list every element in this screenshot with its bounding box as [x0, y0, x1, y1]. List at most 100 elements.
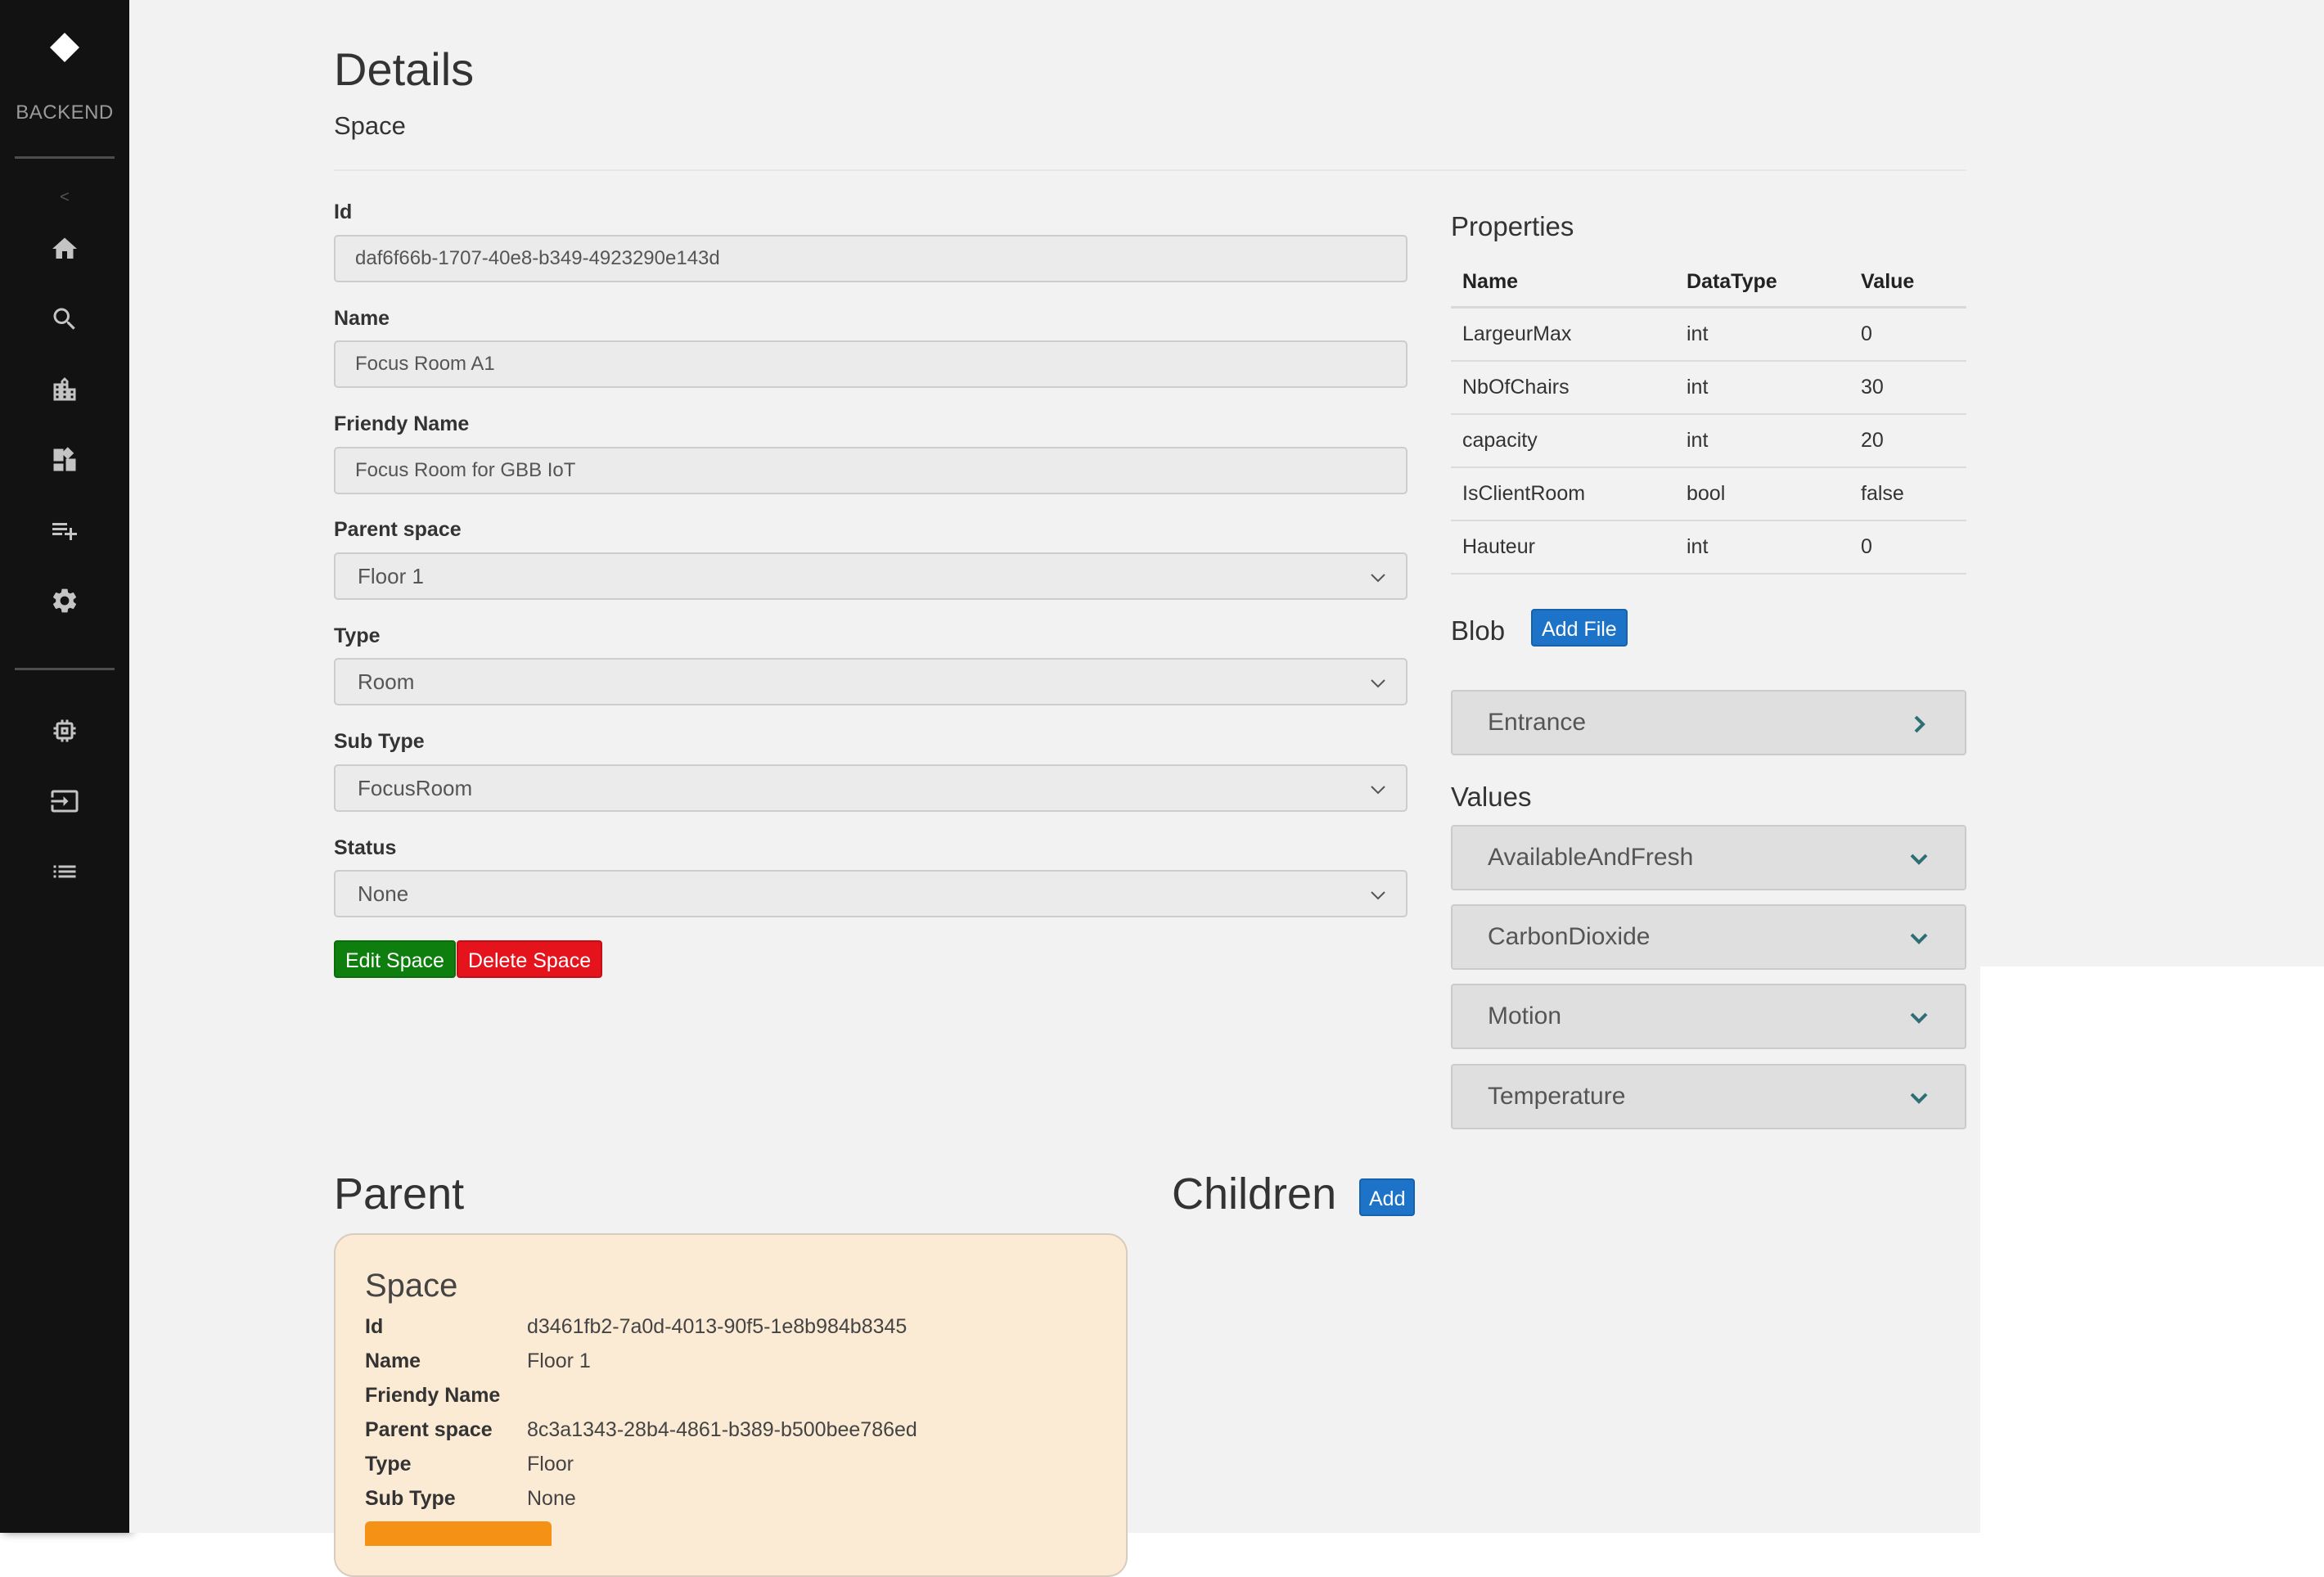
property-value: 30: [1849, 361, 1966, 415]
chevron-down-icon: [1910, 854, 1928, 865]
sidebar-divider: [15, 668, 115, 670]
id-field[interactable]: daf6f66b-1707-40e8-b349-4923290e143d: [334, 235, 1407, 282]
type-value: Room: [358, 669, 415, 694]
friendly-name-label: Friendy Name: [334, 412, 470, 435]
parent-type-value: Floor: [527, 1453, 574, 1476]
chevron-down-icon: [1371, 891, 1385, 900]
chip-icon[interactable]: [48, 714, 81, 747]
property-datatype: int: [1675, 414, 1849, 468]
property-datatype: int: [1675, 520, 1849, 574]
chevron-down-icon: [1371, 679, 1385, 688]
parent-name-value: Floor 1: [527, 1349, 591, 1372]
property-name: LargeurMax: [1451, 307, 1675, 362]
parent-action-button[interactable]: [365, 1521, 552, 1546]
value-item-carbondioxide[interactable]: CarbonDioxide: [1451, 904, 1966, 970]
parent-space-select[interactable]: Floor 1: [334, 552, 1407, 600]
children-title: Children: [1172, 1169, 1337, 1219]
parent-sub-type-value: None: [527, 1487, 576, 1510]
collapse-toggle[interactable]: <: [0, 188, 129, 207]
search-icon[interactable]: [48, 303, 81, 336]
property-name: Hauteur: [1451, 520, 1675, 574]
property-name: NbOfChairs: [1451, 361, 1675, 415]
column-header-datatype: DataType: [1675, 257, 1849, 309]
type-select[interactable]: Room: [334, 658, 1407, 705]
parent-friendly-name-label: Friendy Name: [365, 1384, 501, 1407]
sub-type-label: Sub Type: [334, 730, 425, 753]
add-child-button[interactable]: Add: [1359, 1178, 1416, 1216]
table-row: Hauteur int 0: [1451, 520, 1966, 574]
properties-table: Name DataType Value LargeurMax int 0 NbO…: [1451, 257, 1966, 574]
sub-type-value: FocusRoom: [358, 776, 473, 800]
playlist-add-icon[interactable]: [48, 514, 81, 547]
id-label: Id: [334, 201, 353, 223]
home-icon[interactable]: [48, 232, 81, 265]
friendly-name-field[interactable]: Focus Room for GBB IoT: [334, 447, 1407, 494]
property-value: 0: [1849, 307, 1966, 362]
status-label: Status: [334, 836, 397, 859]
chevron-down-icon: [1371, 574, 1385, 583]
type-label: Type: [334, 624, 381, 647]
property-name: capacity: [1451, 414, 1675, 468]
diamond-logo-icon[interactable]: [50, 33, 79, 62]
delete-space-button[interactable]: Delete Space: [457, 940, 603, 978]
status-select[interactable]: None: [334, 870, 1407, 917]
properties-header-row: Name DataType Value: [1451, 257, 1966, 309]
blob-item-label: Entrance: [1488, 709, 1587, 736]
blob-item-entrance[interactable]: Entrance: [1451, 690, 1966, 755]
chevron-down-icon: [1910, 1012, 1928, 1024]
sidebar: BACKEND <: [0, 0, 129, 1533]
property-value: 0: [1849, 520, 1966, 574]
parent-sub-type-label: Sub Type: [365, 1487, 456, 1510]
value-item-availableandfresh[interactable]: AvailableAndFresh: [1451, 825, 1966, 890]
dashboard-icon[interactable]: [48, 444, 81, 476]
parent-space-card[interactable]: Space Id d3461fb2-7a0d-4013-90f5-1e8b984…: [334, 1233, 1128, 1577]
value-item-temperature[interactable]: Temperature: [1451, 1064, 1966, 1129]
edit-space-button[interactable]: Edit Space: [334, 940, 456, 978]
property-value: 20: [1849, 414, 1966, 468]
property-datatype: int: [1675, 307, 1849, 362]
add-file-button[interactable]: Add File: [1531, 609, 1628, 647]
parent-space-label: Parent space: [334, 518, 462, 541]
property-datatype: int: [1675, 361, 1849, 415]
table-row: IsClientRoom bool false: [1451, 467, 1966, 521]
name-label: Name: [334, 307, 390, 330]
properties-title: Properties: [1451, 211, 1574, 241]
value-item-motion[interactable]: Motion: [1451, 984, 1966, 1049]
value-item-label: CarbonDioxide: [1488, 923, 1651, 950]
name-field[interactable]: Focus Room A1: [334, 340, 1407, 388]
table-row: LargeurMax int 0: [1451, 307, 1966, 362]
property-value: false: [1849, 467, 1966, 521]
table-row: capacity int 20: [1451, 414, 1966, 468]
blob-title: Blob: [1451, 615, 1506, 646]
sidebar-divider: [15, 156, 115, 159]
status-value: None: [358, 881, 409, 906]
settings-icon[interactable]: [48, 584, 81, 617]
buildings-icon[interactable]: [48, 373, 81, 406]
parent-type-label: Type: [365, 1453, 412, 1476]
page-subtitle: Space: [334, 111, 406, 140]
chevron-right-icon: [1914, 715, 1925, 733]
parent-parent-space-label: Parent space: [365, 1418, 493, 1441]
values-title: Values: [1451, 782, 1532, 812]
page-title: Details: [334, 43, 475, 95]
parent-id-value: d3461fb2-7a0d-4013-90f5-1e8b984b8345: [527, 1315, 908, 1338]
header-divider: [334, 169, 1966, 171]
table-row: NbOfChairs int 30: [1451, 361, 1966, 415]
brand-label: BACKEND: [16, 101, 114, 124]
property-name: IsClientRoom: [1451, 467, 1675, 521]
column-header-value: Value: [1849, 257, 1966, 309]
value-item-label: AvailableAndFresh: [1488, 844, 1694, 871]
property-datatype: bool: [1675, 467, 1849, 521]
list-icon[interactable]: [48, 855, 81, 888]
column-header-name: Name: [1451, 257, 1675, 309]
input-icon[interactable]: [48, 785, 81, 818]
parent-title: Parent: [334, 1169, 465, 1219]
sub-type-select[interactable]: FocusRoom: [334, 764, 1407, 812]
chevron-down-icon: [1371, 786, 1385, 795]
value-item-label: Motion: [1488, 1003, 1562, 1030]
main-content-extension: [1980, 0, 2324, 966]
chevron-down-icon: [1910, 1093, 1928, 1104]
parent-name-label: Name: [365, 1349, 421, 1372]
parent-parent-space-value: 8c3a1343-28b4-4861-b389-b500bee786ed: [527, 1418, 917, 1441]
parent-id-label: Id: [365, 1315, 384, 1338]
